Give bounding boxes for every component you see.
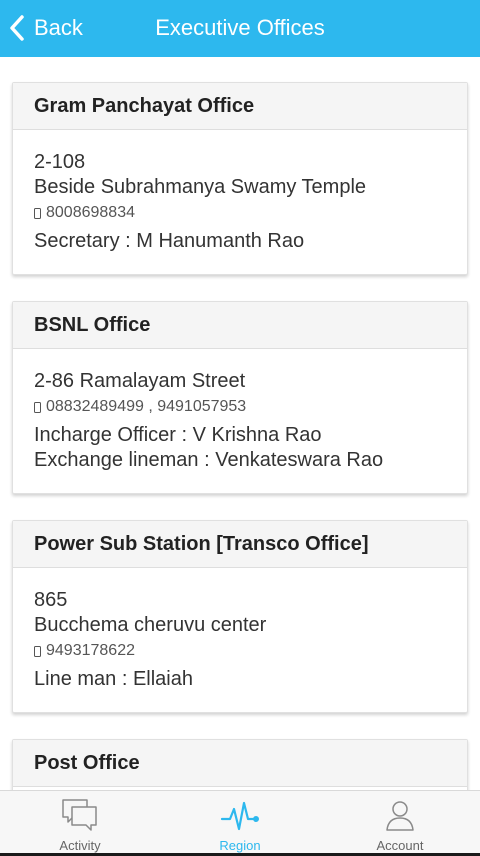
tab-activity[interactable]: Activity	[0, 791, 160, 856]
chat-bubbles-icon	[62, 799, 97, 831]
address-line: 865	[34, 589, 68, 611]
address-line: Beside Subrahmanya Swamy Temple	[34, 176, 367, 198]
contact-person: Exchange lineman : Venkateswara Rao	[34, 449, 384, 471]
office-name: BSNL Office	[13, 302, 467, 349]
page-title: Executive Offices	[155, 15, 325, 40]
person-icon	[386, 801, 414, 831]
tab-label: Account	[376, 838, 424, 853]
tab-label: Region	[219, 838, 261, 853]
tab-region[interactable]: Region	[160, 791, 320, 856]
contact-person: Incharge Officer : V Krishna Rao	[34, 424, 322, 446]
phone-row[interactable]: 9493178622	[34, 638, 446, 664]
phone-number: 9493178622	[46, 642, 135, 659]
address-line: 2-86 Ramalayam Street	[34, 370, 246, 392]
office-card: Post Office	[12, 739, 468, 790]
tab-label: Activity	[59, 838, 101, 853]
office-card: BSNL Office 2-86 Ramalayam Street 088324…	[12, 301, 468, 494]
office-name: Power Sub Station [Transco Office]	[13, 521, 467, 568]
office-name: Gram Panchayat Office	[13, 83, 467, 130]
phone-row[interactable]: 8008698834	[34, 200, 446, 226]
contact-person: Secretary : M Hanumanth Rao	[34, 230, 305, 252]
address-line: Bucchema cheruvu center	[34, 614, 267, 636]
tab-bar: Activity Region Account	[0, 790, 480, 856]
address-line: 2-108	[34, 151, 86, 173]
phone-number: 08832489499 , 9491057953	[46, 398, 247, 415]
office-name: Post Office	[13, 740, 467, 787]
phone-row[interactable]: 08832489499 , 9491057953	[34, 394, 446, 420]
mobile-phone-icon	[34, 207, 41, 219]
mobile-phone-icon	[34, 401, 41, 413]
phone-number: 8008698834	[46, 204, 135, 221]
contact-person: Line man : Ellaiah	[34, 668, 193, 690]
tab-account[interactable]: Account	[320, 791, 480, 856]
office-card: Power Sub Station [Transco Office] 865 B…	[12, 520, 468, 713]
office-card: Gram Panchayat Office 2-108 Beside Subra…	[12, 82, 468, 275]
mobile-phone-icon	[34, 645, 41, 657]
nav-bar: Back Executive Offices	[0, 0, 480, 57]
office-list[interactable]: Gram Panchayat Office 2-108 Beside Subra…	[0, 57, 480, 790]
pulse-icon	[220, 801, 259, 831]
